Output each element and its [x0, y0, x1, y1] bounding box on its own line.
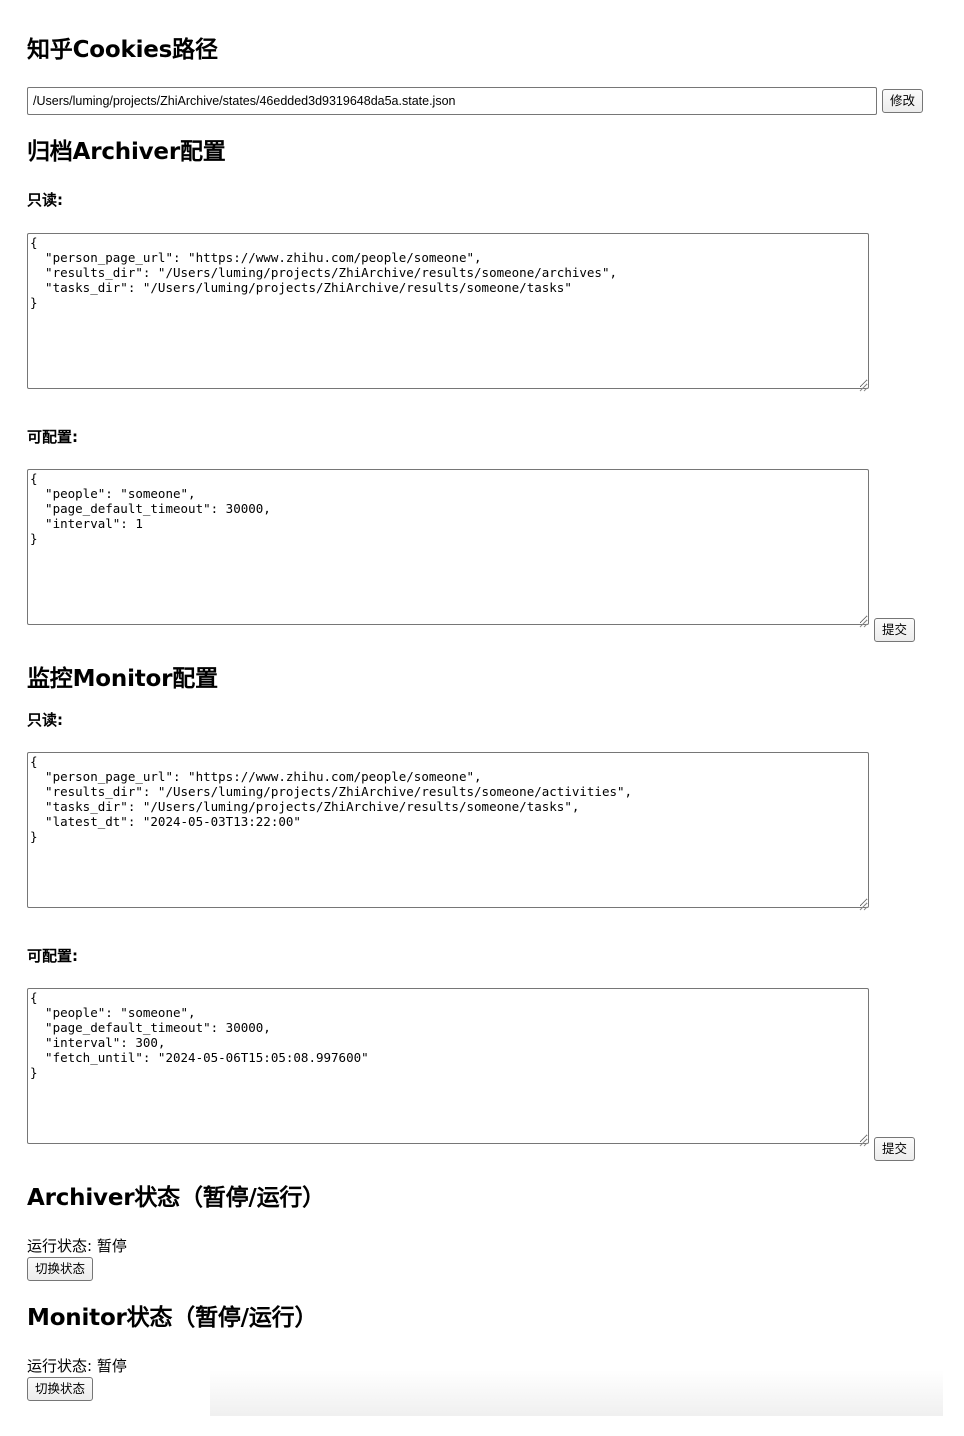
monitor-submit-button[interactable]: 提交 [874, 1137, 916, 1161]
cookies-path-input[interactable] [27, 87, 877, 115]
monitor-configurable-wrapper: { "people": "someone", "page_default_tim… [27, 988, 869, 1148]
monitor-config-heading: 监控Monitor配置 [27, 666, 218, 692]
archiver-readonly-textarea[interactable]: { "person_page_url": "https://www.zhihu.… [27, 233, 869, 389]
monitor-readonly-textarea[interactable]: { "person_page_url": "https://www.zhihu.… [27, 752, 869, 908]
monitor-status-text: 运行状态: 暂停 [27, 1357, 127, 1375]
monitor-configurable-textarea[interactable]: { "people": "someone", "page_default_tim… [27, 988, 869, 1144]
archiver-configurable-label: 可配置: [27, 428, 78, 446]
monitor-readonly-label: 只读: [27, 711, 63, 729]
archiver-submit-button[interactable]: 提交 [874, 618, 916, 642]
monitor-readonly-wrapper: { "person_page_url": "https://www.zhihu.… [27, 752, 869, 912]
archiver-config-heading: 归档Archiver配置 [27, 139, 226, 165]
monitor-toggle-button[interactable]: 切换状态 [27, 1377, 94, 1401]
archiver-readonly-label: 只读: [27, 191, 63, 209]
archiver-configurable-wrapper: { "people": "someone", "page_default_tim… [27, 469, 869, 629]
archiver-readonly-wrapper: { "person_page_url": "https://www.zhihu.… [27, 233, 869, 393]
monitor-status-heading: Monitor状态（暂停/运行） [27, 1305, 318, 1331]
archiver-toggle-button[interactable]: 切换状态 [27, 1257, 94, 1281]
monitor-configurable-label: 可配置: [27, 947, 78, 965]
window-edge-shadow [210, 1370, 943, 1416]
modify-cookies-button[interactable]: 修改 [882, 89, 924, 113]
archiver-configurable-textarea[interactable]: { "people": "someone", "page_default_tim… [27, 469, 869, 625]
archiver-status-text: 运行状态: 暂停 [27, 1237, 127, 1255]
archiver-status-heading: Archiver状态（暂停/运行） [27, 1185, 325, 1211]
cookies-heading: 知乎Cookies路径 [27, 37, 218, 63]
